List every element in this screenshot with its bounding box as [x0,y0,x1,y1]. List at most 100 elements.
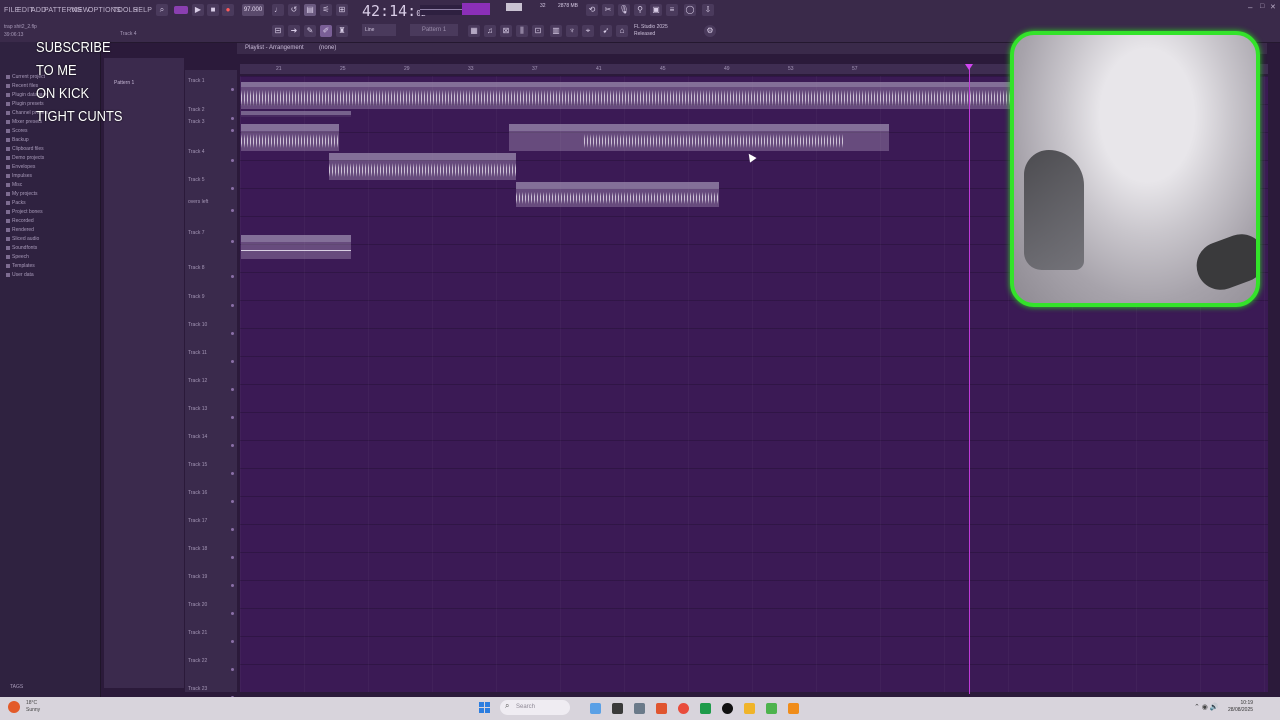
start-icon[interactable] [479,702,491,714]
weather-icon[interactable] [8,701,20,713]
browser-item[interactable]: Soundfonts [12,245,37,251]
track-mute-led[interactable] [231,556,234,559]
fl-studio-icon[interactable] [788,703,799,714]
loop-icon[interactable]: ↺ [288,4,300,16]
pencil-icon[interactable]: ✎ [304,25,316,37]
track-mute-led[interactable] [231,360,234,363]
track-mute-led[interactable] [231,388,234,391]
system-clock[interactable]: 10:19 28/08/2025 [1228,700,1253,714]
maximize-icon[interactable]: □ [1260,3,1264,10]
track-mute-led[interactable] [231,472,234,475]
track-header[interactable]: Track 1 [188,78,204,84]
track-header[interactable]: overs left [188,199,208,205]
blend-icon[interactable]: ⚟ [320,4,332,16]
metronome-icon[interactable]: ♩ [272,4,284,16]
close-icon[interactable]: ✕ [1270,3,1276,11]
stop-icon[interactable]: ■ [207,4,219,16]
channel-rack-icon[interactable]: ⊠ [500,25,512,37]
track-mute-led[interactable] [231,304,234,307]
track-header[interactable]: Track 20 [188,602,207,608]
track-mute-led[interactable] [231,332,234,335]
piano-roll-icon[interactable]: ♫ [484,25,496,37]
audio-clip[interactable]: trap shit2_2025-07-27 05-18-07_801 [241,235,351,259]
download-icon[interactable]: ⇩ [702,4,714,16]
track-header[interactable]: Track 14 [188,434,207,440]
track-header[interactable]: Track 23 [188,686,207,692]
track-mute-led[interactable] [231,88,234,91]
track-header[interactable]: Track 18 [188,546,207,552]
browser-item[interactable]: Misc [12,182,22,188]
folder-icon[interactable] [744,703,755,714]
chat-icon[interactable]: ◯ [684,4,696,16]
browser-item[interactable]: Scores [12,128,28,134]
playlist-icon[interactable]: ▦ [468,25,480,37]
arrow-icon[interactable]: ➜ [288,25,300,37]
track-header[interactable]: Track 16 [188,490,207,496]
browser-item[interactable]: Speech [12,254,29,260]
tempo-display[interactable]: 97.000 [242,4,264,16]
mixer-icon[interactable]: ≡ [666,4,678,16]
track-header[interactable]: Track 22 [188,658,207,664]
brush-icon[interactable]: ✐ [320,25,332,37]
track-mute-led[interactable] [231,668,234,671]
brave-icon[interactable] [656,703,667,714]
browser-item[interactable]: Recent files [12,83,38,89]
play-icon[interactable]: ▶ [192,4,204,16]
taskbar-search[interactable]: Search [500,700,570,715]
track-header[interactable]: Track 3 [188,119,204,125]
mic-icon[interactable]: 🎙 [618,4,630,16]
cut-icon[interactable]: ✂ [602,4,614,16]
plugin-icon[interactable]: ⚲ [634,4,646,16]
track-header[interactable]: Track 12 [188,378,207,384]
wand-icon[interactable]: ➹ [600,25,612,37]
browser-item[interactable]: Rendered [12,227,34,233]
record-icon[interactable]: ● [222,4,234,16]
track-mute-led[interactable] [231,612,234,615]
playhead-marker-icon[interactable] [965,64,973,70]
browser-item[interactable]: Sliced audio [12,236,39,242]
widgets-icon[interactable] [590,703,601,714]
tags-label[interactable]: TAGS [10,684,23,690]
browser-item[interactable]: Impulses [12,173,32,179]
news-icon[interactable]: ⚙ [704,25,716,37]
tray-icons[interactable]: ⌃ ◉ 🔊 [1194,703,1219,711]
stamp-icon[interactable]: ♜ [336,25,348,37]
arrangement-name[interactable]: (none) [319,45,336,51]
track-mute-led[interactable] [231,117,234,120]
audio-clip[interactable]: stolen beat off yout...2025-07-21 21-15-… [516,182,719,207]
menu-view[interactable]: VIEW [71,7,90,14]
browser-item[interactable]: My projects [12,191,38,197]
track-header[interactable]: Track 15 [188,462,207,468]
shop-icon[interactable]: ⌂ [616,25,628,37]
track-mute-led[interactable] [231,129,234,132]
browser-item[interactable]: Project bones [12,209,43,215]
browser-item[interactable]: Envelopes [12,164,35,170]
audio-clip[interactable]: stolen beat off yo... [241,124,339,151]
browser-item[interactable]: Packs [12,200,26,206]
mixer-view-icon[interactable]: ⫼ [516,25,528,37]
track-mute-led[interactable] [231,444,234,447]
audio-clip[interactable]: master_20251102_mp3 [241,82,1011,109]
discord-icon[interactable] [766,703,777,714]
task-view-icon[interactable] [612,703,623,714]
track-mute-led[interactable] [231,209,234,212]
audio-clip[interactable]: ringtone_2025-07-01 21-22-53_801 [241,111,351,117]
tiktok-icon[interactable] [722,703,733,714]
chrome-icon[interactable] [678,703,689,714]
browser-item[interactable]: Clipboard files [12,146,44,152]
step-icon[interactable]: ⊞ [336,4,348,16]
touch-icon[interactable]: ♆ [566,25,578,37]
minimize-icon[interactable]: – [1248,3,1252,12]
track-header[interactable]: Track 13 [188,406,207,412]
weather-widget[interactable]: 18°C Sunny [26,700,40,714]
pattern-song-toggle[interactable] [174,6,188,14]
menu-help[interactable]: HELP [133,7,152,14]
audio-clip[interactable]: stolen beat off youtube_1_2025-07-21 21-… [329,153,516,180]
browser-item[interactable]: Backup [12,137,29,143]
track-mute-led[interactable] [231,500,234,503]
track-mute-led[interactable] [231,584,234,587]
song-position[interactable]: 42:14:02 [362,2,426,20]
track-mute-led[interactable] [231,640,234,643]
track-header[interactable]: Track 19 [188,574,207,580]
track-mute-led[interactable] [231,159,234,162]
